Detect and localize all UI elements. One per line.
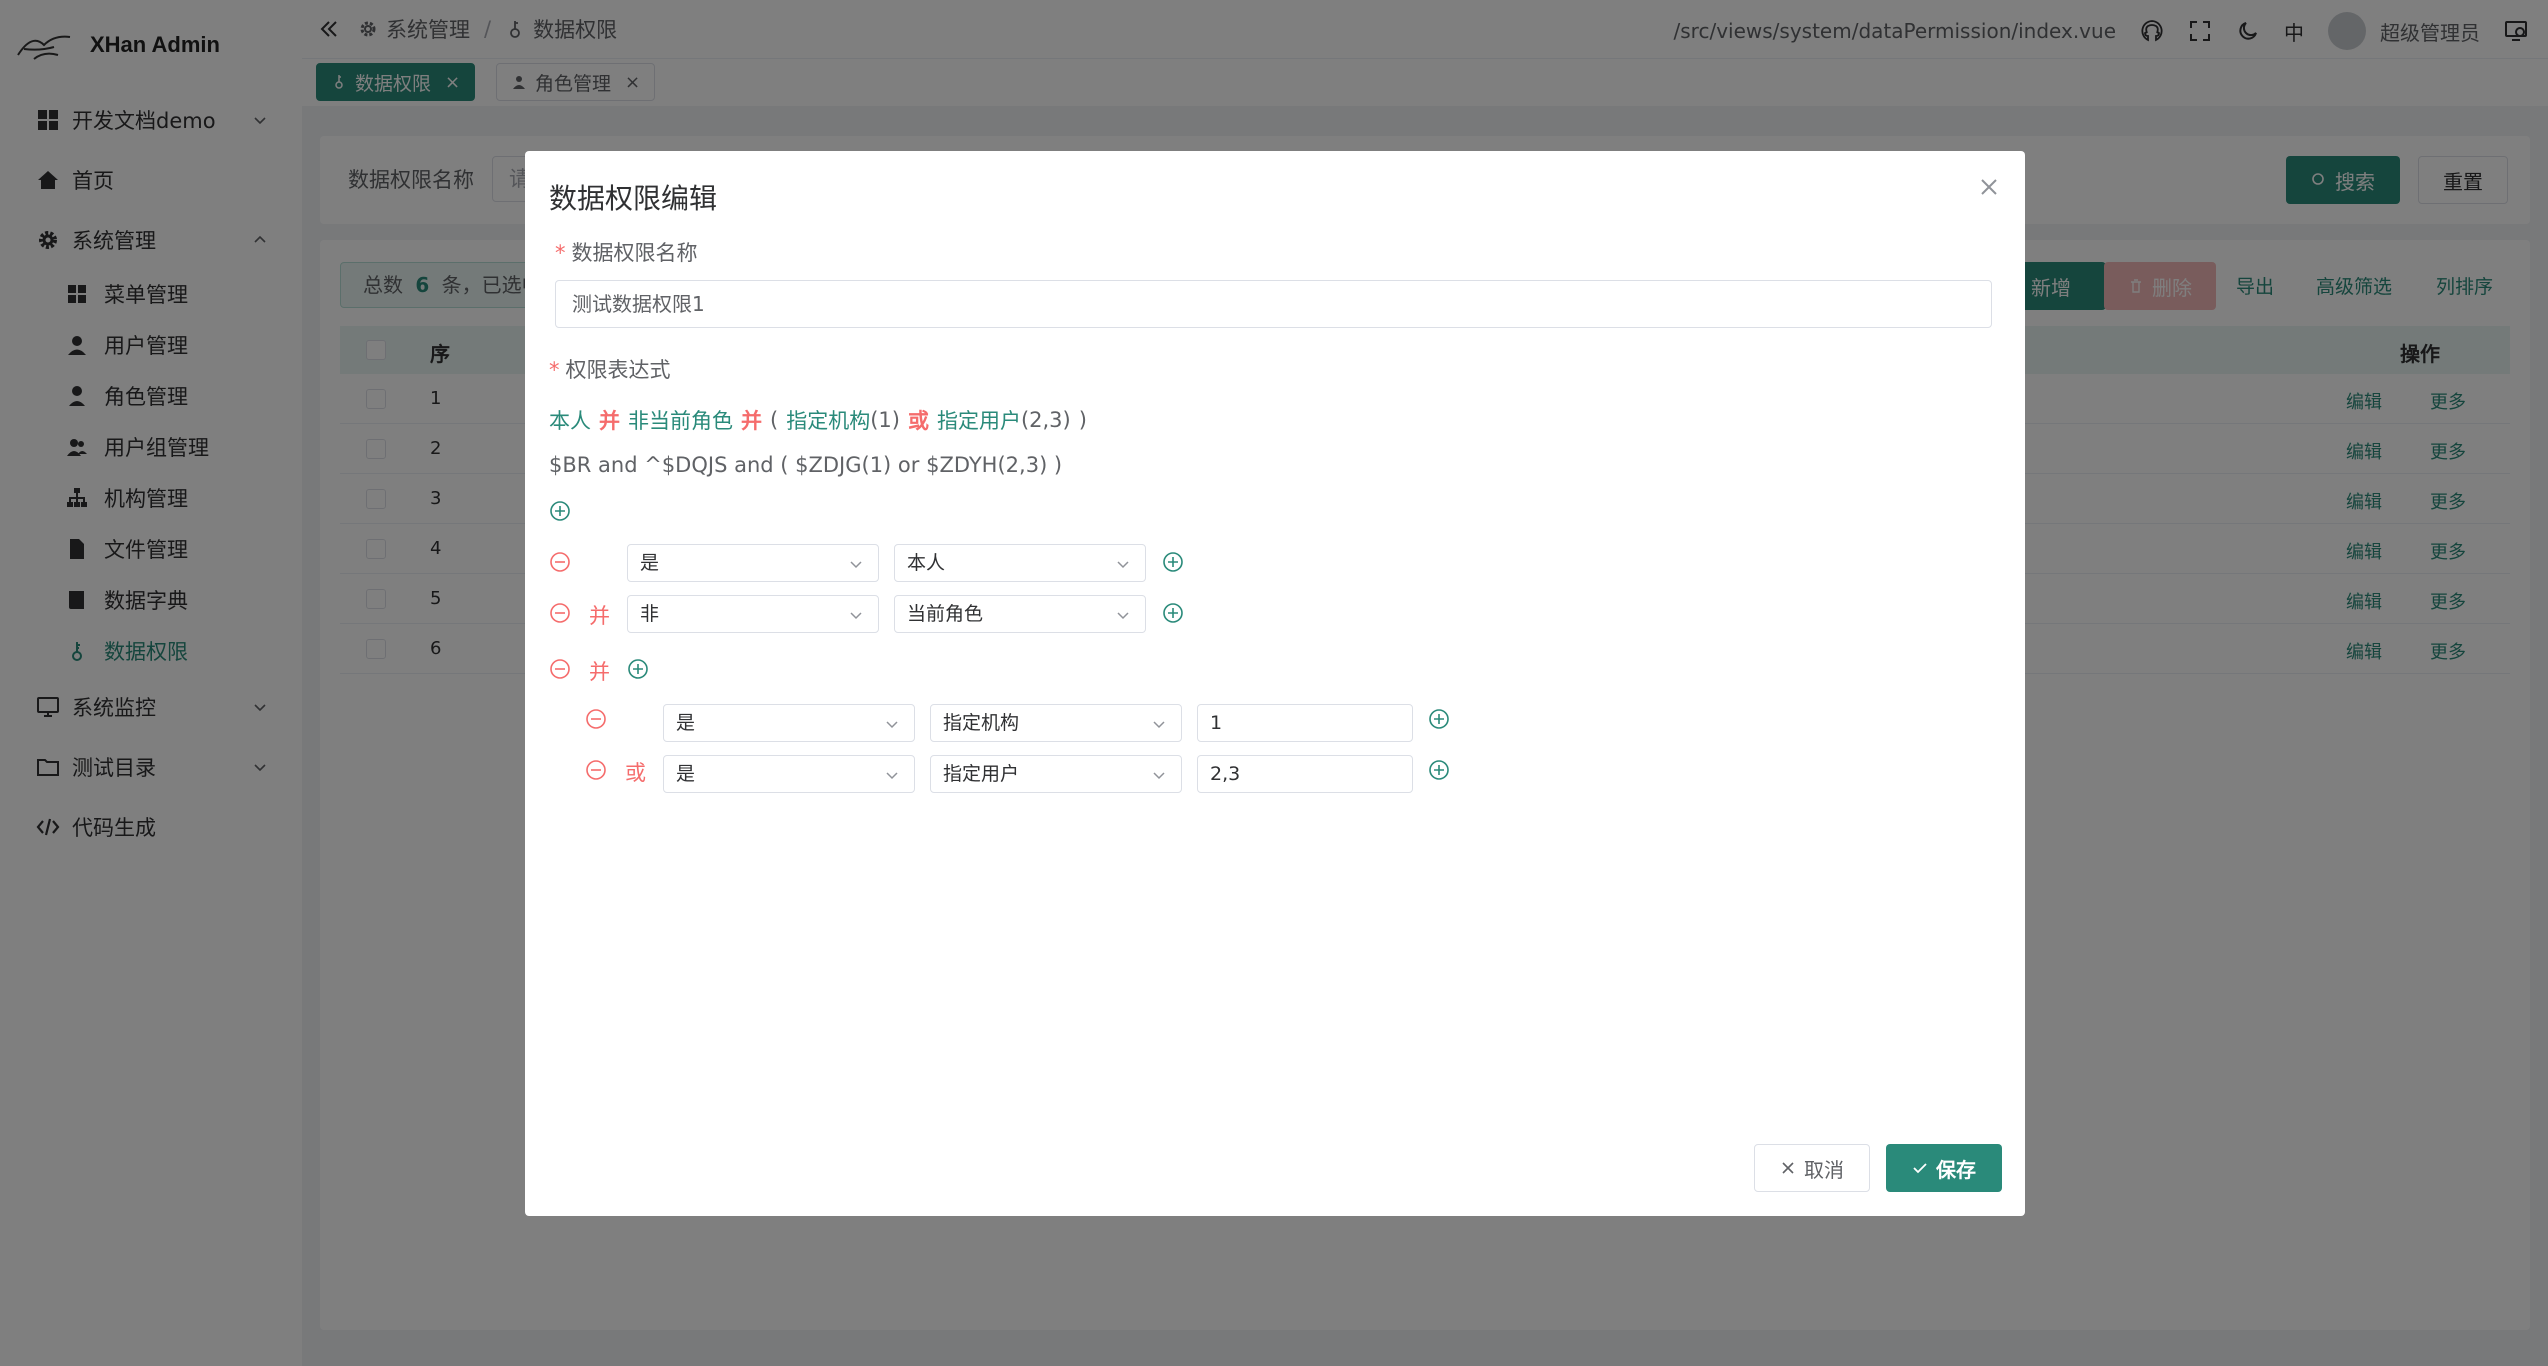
edit-dialog: 数据权限编辑 * 数据权限名称 测试数据权限1 * 权限表达式 本人 并 非 当前角… — [525, 151, 2025, 1216]
cancel-label: 取消 — [1804, 1157, 1844, 1182]
add-rule-icon[interactable] — [1162, 551, 1184, 573]
select-value: 指定用户 — [943, 763, 1020, 785]
expr-token: 指定用户 — [936, 409, 1021, 433]
chevron-down-icon — [1117, 561, 1129, 569]
chevron-down-icon — [1153, 721, 1165, 729]
expr-token: 当前角色 — [649, 409, 733, 433]
rule-condition-select[interactable]: 是 — [663, 704, 915, 742]
expression-label-text: 权限表达式 — [565, 358, 671, 382]
expr-operator: 或 — [907, 409, 929, 433]
remove-rule-icon[interactable] — [585, 708, 607, 730]
rule-condition-select[interactable]: 是 — [627, 544, 879, 582]
rule-field-select[interactable]: 本人 — [894, 544, 1146, 582]
expression-code: $BR and ^$DQJS and ( $ZDJG(1) or $ZDYH(2… — [549, 453, 1063, 477]
expr-arg: (1) — [870, 408, 900, 432]
name-label-text: 数据权限名称 — [571, 241, 698, 265]
expr-token: 指定机构 — [786, 409, 871, 433]
expr-token: 本人 — [549, 409, 591, 433]
rule-value-input[interactable]: 2,3 — [1197, 755, 1413, 793]
select-value: 是 — [676, 712, 696, 734]
chevron-down-icon — [1117, 612, 1129, 620]
group-operator[interactable]: 并 — [589, 656, 610, 686]
remove-rule-icon[interactable] — [549, 602, 571, 624]
select-value: 指定机构 — [943, 712, 1020, 734]
permission-name-input[interactable]: 测试数据权限1 — [555, 280, 1992, 328]
rule-condition-select[interactable]: 非 — [627, 595, 879, 633]
expr-arg: (2,3) — [1020, 408, 1071, 432]
rule-field-select[interactable]: 指定用户 — [930, 755, 1182, 793]
expr-paren: ( — [770, 408, 779, 432]
expr-paren: ) — [1078, 408, 1087, 432]
add-rule-icon[interactable] — [549, 500, 571, 522]
dialog-title: 数据权限编辑 — [549, 182, 718, 215]
chevron-down-icon — [850, 561, 862, 569]
remove-rule-icon[interactable] — [585, 759, 607, 781]
select-value: 非 — [640, 603, 660, 625]
expression-preview: 本人 并 非 当前角色 并 ( 指定机构 (1) 或 指定用户 (2,3) ) — [549, 405, 1087, 435]
expr-operator: 并 — [741, 409, 762, 433]
required-mark: * — [549, 358, 560, 382]
add-rule-icon[interactable] — [1162, 602, 1184, 624]
select-value: 是 — [676, 763, 696, 785]
cancel-button[interactable]: 取消 — [1754, 1144, 1870, 1192]
name-field-label: * 数据权限名称 — [555, 237, 698, 267]
rule-operator[interactable]: 或 — [625, 757, 646, 787]
expr-token: 非 — [628, 409, 649, 433]
rule-value-input[interactable]: 1 — [1197, 704, 1413, 742]
close-icon[interactable] — [1977, 175, 2001, 199]
chevron-down-icon — [886, 721, 898, 729]
add-rule-icon[interactable] — [1428, 708, 1450, 730]
rule-field-select[interactable]: 指定机构 — [930, 704, 1182, 742]
close-icon — [1782, 1162, 1794, 1174]
remove-rule-icon[interactable] — [549, 551, 571, 573]
rule-field-select[interactable]: 当前角色 — [894, 595, 1146, 633]
remove-group-icon[interactable] — [549, 658, 571, 680]
add-group-rule-icon[interactable] — [627, 658, 649, 680]
save-button[interactable]: 保存 — [1886, 1144, 2002, 1192]
save-label: 保存 — [1936, 1157, 1976, 1182]
add-rule-icon[interactable] — [1428, 759, 1450, 781]
rule-condition-select[interactable]: 是 — [663, 755, 915, 793]
select-value: 是 — [640, 552, 660, 574]
chevron-down-icon — [886, 772, 898, 780]
expr-operator: 并 — [599, 409, 620, 433]
select-value: 本人 — [907, 552, 946, 574]
chevron-down-icon — [850, 612, 862, 620]
chevron-down-icon — [1153, 772, 1165, 780]
rule-operator[interactable]: 并 — [589, 600, 610, 630]
check-icon — [1913, 1163, 1927, 1174]
required-mark: * — [555, 241, 566, 265]
expression-field-label: * 权限表达式 — [549, 354, 671, 384]
select-value: 当前角色 — [907, 603, 984, 625]
